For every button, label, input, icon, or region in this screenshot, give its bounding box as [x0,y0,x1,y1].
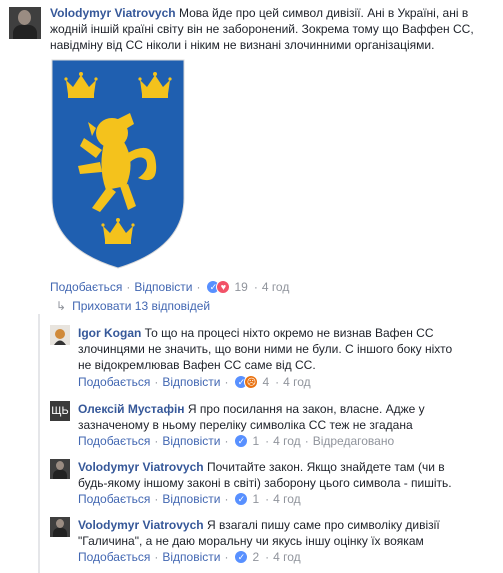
reply-link[interactable]: Відповісти [162,375,220,389]
reaction-count[interactable]: 19 [234,280,247,294]
reply-body: Volodymyr Viatrovych Почитайте закон. Як… [78,459,498,491]
reply-avatar[interactable] [50,517,70,537]
reply-avatar[interactable]: ЩЬ [50,401,70,421]
reply-author[interactable]: Volodymyr Viatrovych [78,518,204,532]
reply-link[interactable]: Відповісти [162,434,220,448]
reaction-count[interactable]: 1 [252,434,259,448]
avatar-glyph: ЩЬ [51,405,69,417]
division-emblem-image[interactable] [50,58,186,270]
reply-time[interactable]: 4 год [273,434,301,448]
reactions[interactable]: ✓ [234,434,249,448]
reply-text-line: злочинцями не значить, що вони ними не б… [78,342,453,356]
reply-author[interactable]: Igor Kogan [78,326,141,340]
main-comment-body: Volodymyr Viatrovych Мова йде про цей си… [50,5,500,53]
reply-avatar[interactable] [50,459,70,479]
like-reaction-icon: ✓ [234,434,249,448]
reaction-count[interactable]: 4 [262,375,269,389]
reply-link[interactable]: Відповісти [134,280,192,294]
reply-body: Volodymyr Viatrovych Я взагалі пишу саме… [78,517,498,549]
love-reaction-icon: ♥ [216,280,231,294]
like-link[interactable]: Подобається [50,280,122,294]
reply-text-line: зазначеному в ньому переліку символіка С… [78,418,413,432]
thread-line [38,314,40,573]
reactions[interactable]: ✓ ☹ [234,375,259,389]
reply-text-line: не відокремлював Вафен СС саме від СС. [78,358,316,372]
reply-link[interactable]: Відповісти [162,492,220,506]
comment-time[interactable]: 4 год [262,280,290,294]
reply-actions: Подобається · Відповісти · ✓ 1 · 4 год ·… [78,434,395,448]
like-link[interactable]: Подобається [78,434,150,448]
reply-time[interactable]: 4 год [283,375,311,389]
author-avatar[interactable] [9,7,41,39]
like-link[interactable]: Подобається [78,550,150,564]
comment-text-line: навідміну від СС ніколи і ніким не визна… [50,38,435,52]
reply-text-line: Почитайте закон. Якщо знайдете там (чи в [206,460,445,474]
reply-text-line: То що на процесі ніхто окремо не визнав … [144,326,434,340]
reply-link[interactable]: Відповісти [162,550,220,564]
reaction-count[interactable]: 1 [252,492,259,506]
hide-replies-link[interactable]: ↳ Приховати 13 відповідей [56,299,210,313]
reply-text-line: Я про посилання на закон, власне. Адже у [187,402,425,416]
reply-text-line: "Галичина", а не даю моральну чи якусь і… [78,534,424,548]
reply-time[interactable]: 4 год [273,550,301,564]
avatar-image [54,329,66,345]
reply-actions: Подобається · Відповісти · ✓ 1 · 4 год [78,492,301,506]
reply-actions: Подобається · Відповісти · ✓ ☹ 4 · 4 год [78,375,311,389]
collapse-arrow-icon: ↳ [56,299,67,313]
comment-author[interactable]: Volodymyr Viatrovych [50,6,176,20]
reply-time[interactable]: 4 год [273,492,301,506]
reactions[interactable]: ✓ [234,492,249,506]
edited-label[interactable]: Відредаговано [313,434,394,448]
comment-text-line: Мова йде про цей символ дивізії. Ані в У… [178,6,469,20]
reactions[interactable]: ✓ ♥ [206,280,231,294]
reply-avatar[interactable] [50,325,70,345]
reply-text-line: будь-якому іншому законі в світі) заборо… [78,476,452,490]
hide-replies-label: Приховати 13 відповідей [72,299,211,313]
reply-body: Igor Kogan То що на процесі ніхто окремо… [78,325,498,373]
reply-text-line: Я взагалі пишу саме про символіку дивізі… [206,518,440,532]
like-link[interactable]: Подобається [78,492,150,506]
reactions[interactable]: ✓ [234,550,249,564]
reply-body: Олексій Мустафін Я про посилання на зако… [78,401,498,433]
angry-reaction-icon: ☹ [244,375,259,389]
main-comment-actions: Подобається · Відповісти · ✓ ♥ 19 · 4 го… [50,280,290,294]
like-reaction-icon: ✓ [234,550,249,564]
comment-text-line: жодній іншій країні світу він не заборон… [50,22,474,36]
like-reaction-icon: ✓ [234,492,249,506]
reply-actions: Подобається · Відповісти · ✓ 2 · 4 год [78,550,301,564]
like-link[interactable]: Подобається [78,375,150,389]
reply-author[interactable]: Олексій Мустафін [78,402,185,416]
reaction-count[interactable]: 2 [252,550,259,564]
reply-author[interactable]: Volodymyr Viatrovych [78,460,204,474]
